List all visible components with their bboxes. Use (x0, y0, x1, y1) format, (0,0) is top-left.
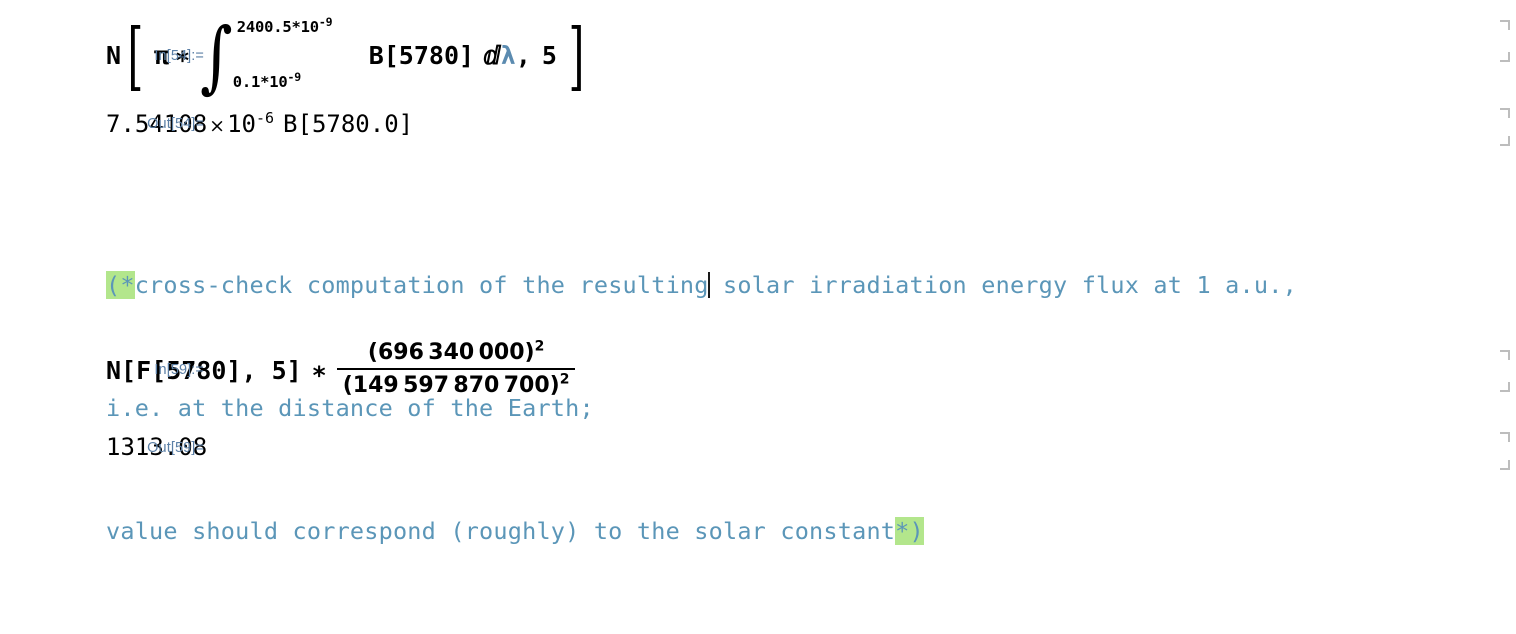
cell-bracket-top (1500, 432, 1510, 442)
comment-line-1-before-caret: cross-check computation of the resulting (134, 271, 709, 299)
cell-bracket-bottom (1500, 382, 1510, 392)
cell-bracket-output-59[interactable] (1500, 432, 1510, 470)
precision-argument: 5 (541, 40, 557, 70)
times-symbol: × (209, 115, 226, 137)
cell-bracket-bottom (1500, 136, 1510, 146)
lower-limit-exponent: -9 (287, 69, 302, 84)
ratio-fraction: (696 340 000)2 (149 597 870 700)2 (336, 338, 576, 399)
output-label-54: Out[54]= (147, 116, 204, 132)
comment-line-3-text: value should correspond (roughly) to the… (106, 517, 896, 545)
integrand-B-5780: B[5780] (368, 40, 475, 70)
cell-bracket-input-54[interactable] (1500, 20, 1510, 62)
upper-limit-exponent: -9 (318, 14, 333, 29)
output-factor: B[5780.0] (283, 110, 414, 138)
integral-limits: 2400.5*10-9 0.1*10-9 (233, 16, 365, 92)
cell-bracket-top (1500, 20, 1510, 30)
function-name-N: N (106, 40, 122, 70)
comment-line-3: value should correspond (roughly) to the… (106, 511, 1476, 552)
comment-close-delimiter: *) (895, 517, 924, 545)
mathematica-notebook: In[54]:= N [ π ∗ ∫ 2400.5*10-9 0.1*10-9 … (0, 0, 1516, 545)
upper-limit-base: 2400.5*10 (236, 18, 319, 36)
cell-bracket-output-54[interactable] (1500, 108, 1510, 146)
denominator-paren-open: ( (342, 372, 353, 398)
input-expression-59[interactable]: N[F[5780], 5] ∗ (696 340 000)2 (149 597 … (106, 328, 1476, 412)
fraction-denominator: (149 597 870 700)2 (337, 370, 576, 399)
integral-upper-limit: 2400.5*10-9 (236, 16, 333, 36)
output-base: 10 (227, 110, 256, 138)
lower-limit-base: 0.1*10 (232, 72, 288, 91)
integral-lower-limit: 0.1*10-9 (232, 71, 301, 91)
input-label-59: In[59]:= (154, 362, 204, 378)
output-expression-54: 7.54108 ×10-6 B[5780.0] (106, 109, 1476, 138)
cell-bracket-bottom (1500, 460, 1510, 470)
numerator-exponent: 2 (534, 338, 545, 355)
numerator-paren-close: ) (524, 339, 535, 365)
numerator-paren-open: ( (367, 339, 378, 365)
comment-line-1-after-caret: solar irradiation energy flux at 1 a.u., (708, 271, 1297, 299)
output-label-59: Out[59]= (147, 440, 204, 456)
cell-bracket-top (1500, 350, 1510, 360)
differential-d-icon: ⅆ (483, 40, 501, 70)
cell-bracket-bottom (1500, 52, 1510, 62)
astronomical-unit-value: 149 597 870 700 (352, 372, 550, 398)
integral-expression: ∫ 2400.5*10-9 0.1*10-9 (196, 16, 365, 96)
input-expression-54[interactable]: N [ π ∗ ∫ 2400.5*10-9 0.1*10-9 B[5780] ⅆ… (106, 16, 1476, 96)
denominator-exponent: 2 (559, 371, 570, 388)
cell-bracket-input-59[interactable] (1500, 350, 1510, 392)
denominator-paren-close: ) (549, 372, 560, 398)
cell-bracket-top (1500, 108, 1510, 118)
fraction-numerator: (696 340 000)2 (362, 338, 550, 368)
output-value-59: 1313.08 (106, 433, 208, 461)
solar-radius-value: 696 340 000 (377, 339, 525, 365)
output-exponent: -6 (255, 109, 275, 127)
comment-open-delimiter: (* (106, 271, 135, 299)
multiply-operator: ∗ (311, 355, 327, 385)
lambda-symbol: λ (500, 40, 516, 70)
argument-separator: , (515, 40, 531, 70)
comment-line-1: (*cross-check computation of the resulti… (106, 265, 1476, 306)
